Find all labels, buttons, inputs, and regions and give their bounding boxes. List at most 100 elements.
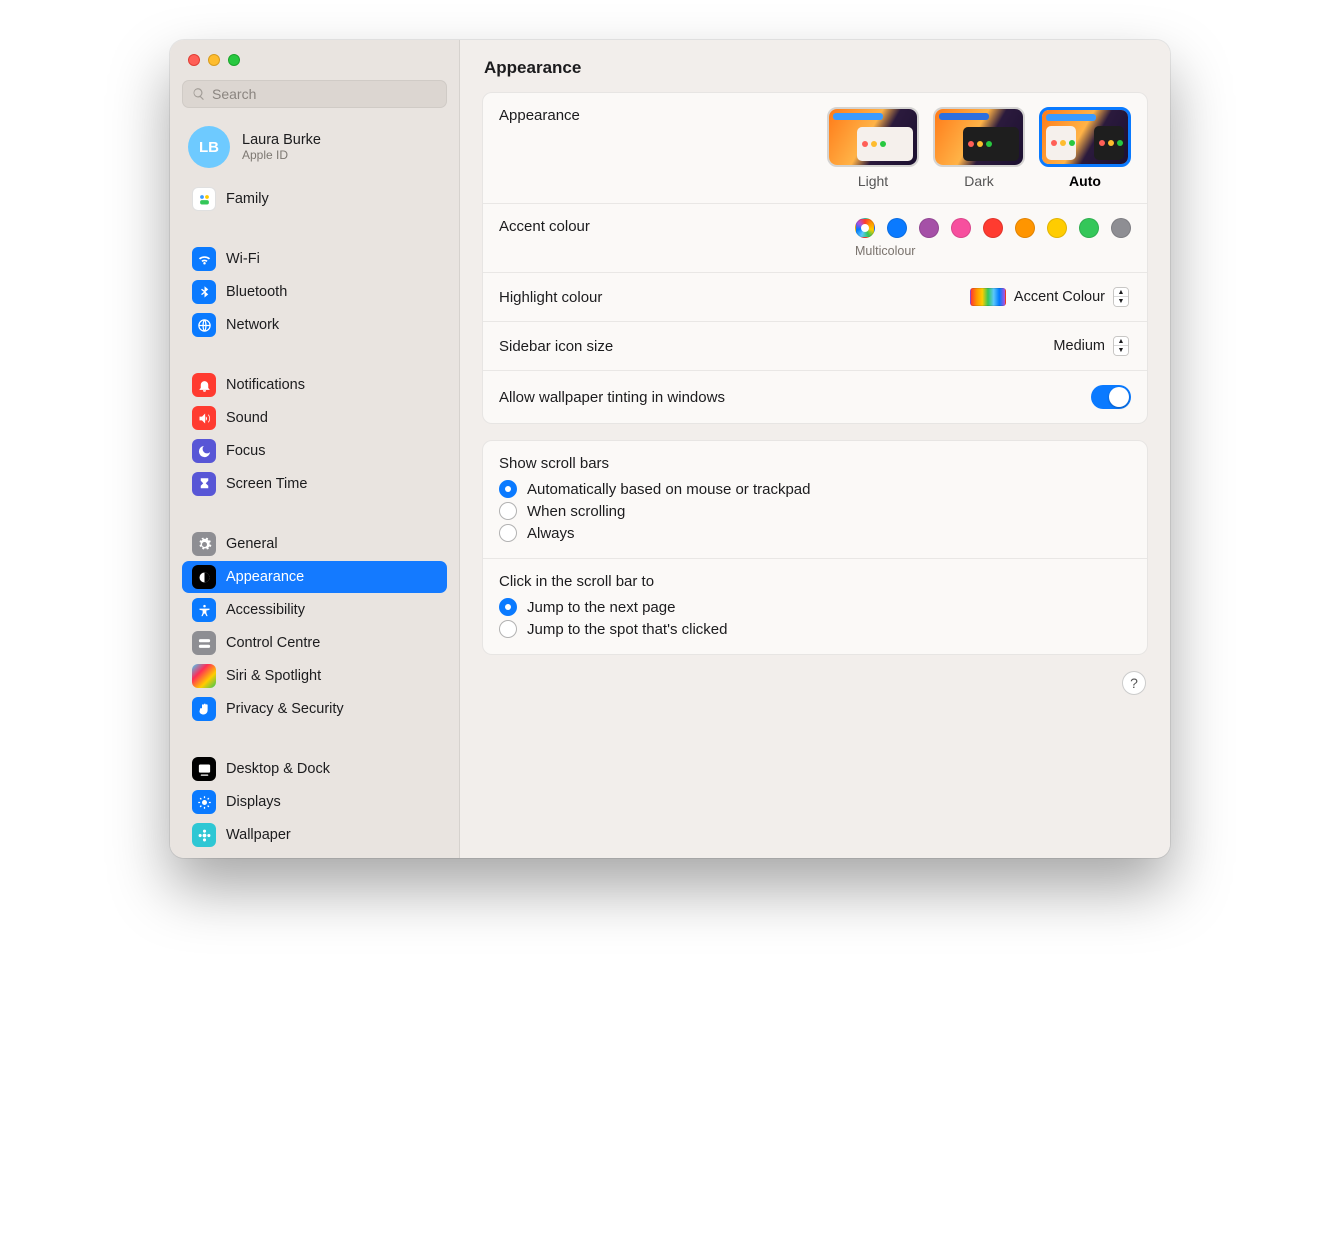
- radio-icon: [499, 620, 517, 638]
- sidebar-item-label: Control Centre: [226, 635, 320, 651]
- fullscreen-icon[interactable]: [228, 54, 240, 66]
- radio-label: Jump to the next page: [527, 599, 675, 616]
- family-icon: [192, 187, 216, 211]
- sidebar-item-label: Desktop & Dock: [226, 761, 330, 777]
- chevron-updown-icon: ▲▼: [1113, 287, 1129, 307]
- gear-icon: [192, 532, 216, 556]
- accent-graphite[interactable]: [1111, 218, 1131, 238]
- bluetooth-icon: [192, 280, 216, 304]
- radio-icon: [499, 524, 517, 542]
- close-icon[interactable]: [188, 54, 200, 66]
- sidebar-item-label: Wallpaper: [226, 827, 291, 843]
- sidebarsize-label: Sidebar icon size: [499, 338, 613, 355]
- hand-icon: [192, 697, 216, 721]
- clickscroll-option-spot[interactable]: Jump to the spot that's clicked: [499, 618, 1131, 640]
- radio-label: Jump to the spot that's clicked: [527, 621, 727, 638]
- mode-light[interactable]: Light: [827, 107, 919, 189]
- clickscroll-title: Click in the scroll bar to: [499, 573, 1131, 590]
- accent-colours: [855, 218, 1131, 238]
- help-button[interactable]: ?: [1122, 671, 1146, 695]
- sidebar: LB Laura Burke Apple ID Family Wi-Fi: [170, 40, 460, 858]
- highlight-label: Highlight colour: [499, 289, 602, 306]
- mode-dark[interactable]: Dark: [933, 107, 1025, 189]
- highlight-value: Accent Colour: [1014, 289, 1105, 305]
- minimise-icon[interactable]: [208, 54, 220, 66]
- hourglass-icon: [192, 472, 216, 496]
- search-icon: [192, 87, 206, 101]
- sidebar-item-family[interactable]: Family: [182, 183, 447, 215]
- radio-label: Automatically based on mouse or trackpad: [527, 481, 810, 498]
- sidebar-item-label: Wi-Fi: [226, 251, 260, 267]
- mode-auto[interactable]: Auto: [1039, 107, 1131, 189]
- mode-label: Auto: [1039, 173, 1131, 189]
- wifi-icon: [192, 247, 216, 271]
- sun-icon: [192, 790, 216, 814]
- sidebar-item-label: Accessibility: [226, 602, 305, 618]
- apple-id-row[interactable]: LB Laura Burke Apple ID: [170, 118, 459, 176]
- toggles-icon: [192, 631, 216, 655]
- settings-window: LB Laura Burke Apple ID Family Wi-Fi: [170, 40, 1170, 858]
- search-field[interactable]: [182, 80, 447, 108]
- speaker-icon: [192, 406, 216, 430]
- sidebar-item-accessibility[interactable]: Accessibility: [182, 594, 447, 626]
- sidebar-item-screentime[interactable]: Screen Time: [182, 468, 447, 500]
- sidebar-item-wifi[interactable]: Wi-Fi: [182, 243, 447, 275]
- sidebar-item-privacy[interactable]: Privacy & Security: [182, 693, 447, 725]
- accent-blue[interactable]: [887, 218, 907, 238]
- mode-label: Dark: [933, 173, 1025, 189]
- radio-icon: [499, 480, 517, 498]
- sidebarsize-select[interactable]: Medium ▲▼: [1045, 336, 1131, 356]
- accent-selected-label: Multicolour: [855, 244, 915, 258]
- highlight-swatch-icon: [970, 288, 1006, 306]
- sidebar-item-wallpaper[interactable]: Wallpaper: [182, 819, 447, 851]
- accent-multicolour[interactable]: [855, 218, 875, 238]
- scrollbars-option-scrolling[interactable]: When scrolling: [499, 500, 1131, 522]
- moon-icon: [192, 439, 216, 463]
- appearance-label: Appearance: [499, 107, 580, 124]
- sidebar-item-appearance[interactable]: Appearance: [182, 561, 447, 593]
- page-title: Appearance: [460, 40, 1170, 86]
- sidebar-item-controlcentre[interactable]: Control Centre: [182, 627, 447, 659]
- sidebar-item-bluetooth[interactable]: Bluetooth: [182, 276, 447, 308]
- sidebar-item-label: General: [226, 536, 278, 552]
- radio-label: Always: [527, 525, 575, 542]
- accent-yellow[interactable]: [1047, 218, 1067, 238]
- account-sub: Apple ID: [242, 148, 321, 162]
- scrollbars-option-always[interactable]: Always: [499, 522, 1131, 544]
- radio-label: When scrolling: [527, 503, 625, 520]
- sidebar-item-notifications[interactable]: Notifications: [182, 369, 447, 401]
- radio-icon: [499, 598, 517, 616]
- accent-pink[interactable]: [951, 218, 971, 238]
- clickscroll-option-nextpage[interactable]: Jump to the next page: [499, 596, 1131, 618]
- search-input[interactable]: [212, 86, 437, 102]
- sidebar-item-label: Network: [226, 317, 279, 333]
- sidebar-item-label: Sound: [226, 410, 268, 426]
- tinting-label: Allow wallpaper tinting in windows: [499, 389, 725, 406]
- tinting-toggle[interactable]: [1091, 385, 1131, 409]
- accent-orange[interactable]: [1015, 218, 1035, 238]
- highlight-select[interactable]: Accent Colour ▲▼: [962, 287, 1131, 307]
- bell-icon: [192, 373, 216, 397]
- appearance-panel: Appearance Light Dark: [482, 92, 1148, 424]
- sidebar-item-focus[interactable]: Focus: [182, 435, 447, 467]
- appearance-icon: [192, 565, 216, 589]
- sidebarsize-value: Medium: [1053, 338, 1105, 354]
- accent-green[interactable]: [1079, 218, 1099, 238]
- accent-purple[interactable]: [919, 218, 939, 238]
- accessibility-icon: [192, 598, 216, 622]
- window-controls: [170, 54, 459, 80]
- sidebar-item-desktopdock[interactable]: Desktop & Dock: [182, 753, 447, 785]
- accent-red[interactable]: [983, 218, 1003, 238]
- main-pane: Appearance Appearance Light Dark: [460, 40, 1170, 858]
- sidebar-item-label: Displays: [226, 794, 281, 810]
- sidebar-item-sound[interactable]: Sound: [182, 402, 447, 434]
- appearance-modes: Light Dark Auto: [827, 107, 1131, 189]
- sidebar-item-siri[interactable]: Siri & Spotlight: [182, 660, 447, 692]
- sidebar-item-network[interactable]: Network: [182, 309, 447, 341]
- accent-label: Accent colour: [499, 218, 590, 235]
- flower-icon: [192, 823, 216, 847]
- scrollbars-option-auto[interactable]: Automatically based on mouse or trackpad: [499, 478, 1131, 500]
- sidebar-item-displays[interactable]: Displays: [182, 786, 447, 818]
- sidebar-item-general[interactable]: General: [182, 528, 447, 560]
- mode-label: Light: [827, 173, 919, 189]
